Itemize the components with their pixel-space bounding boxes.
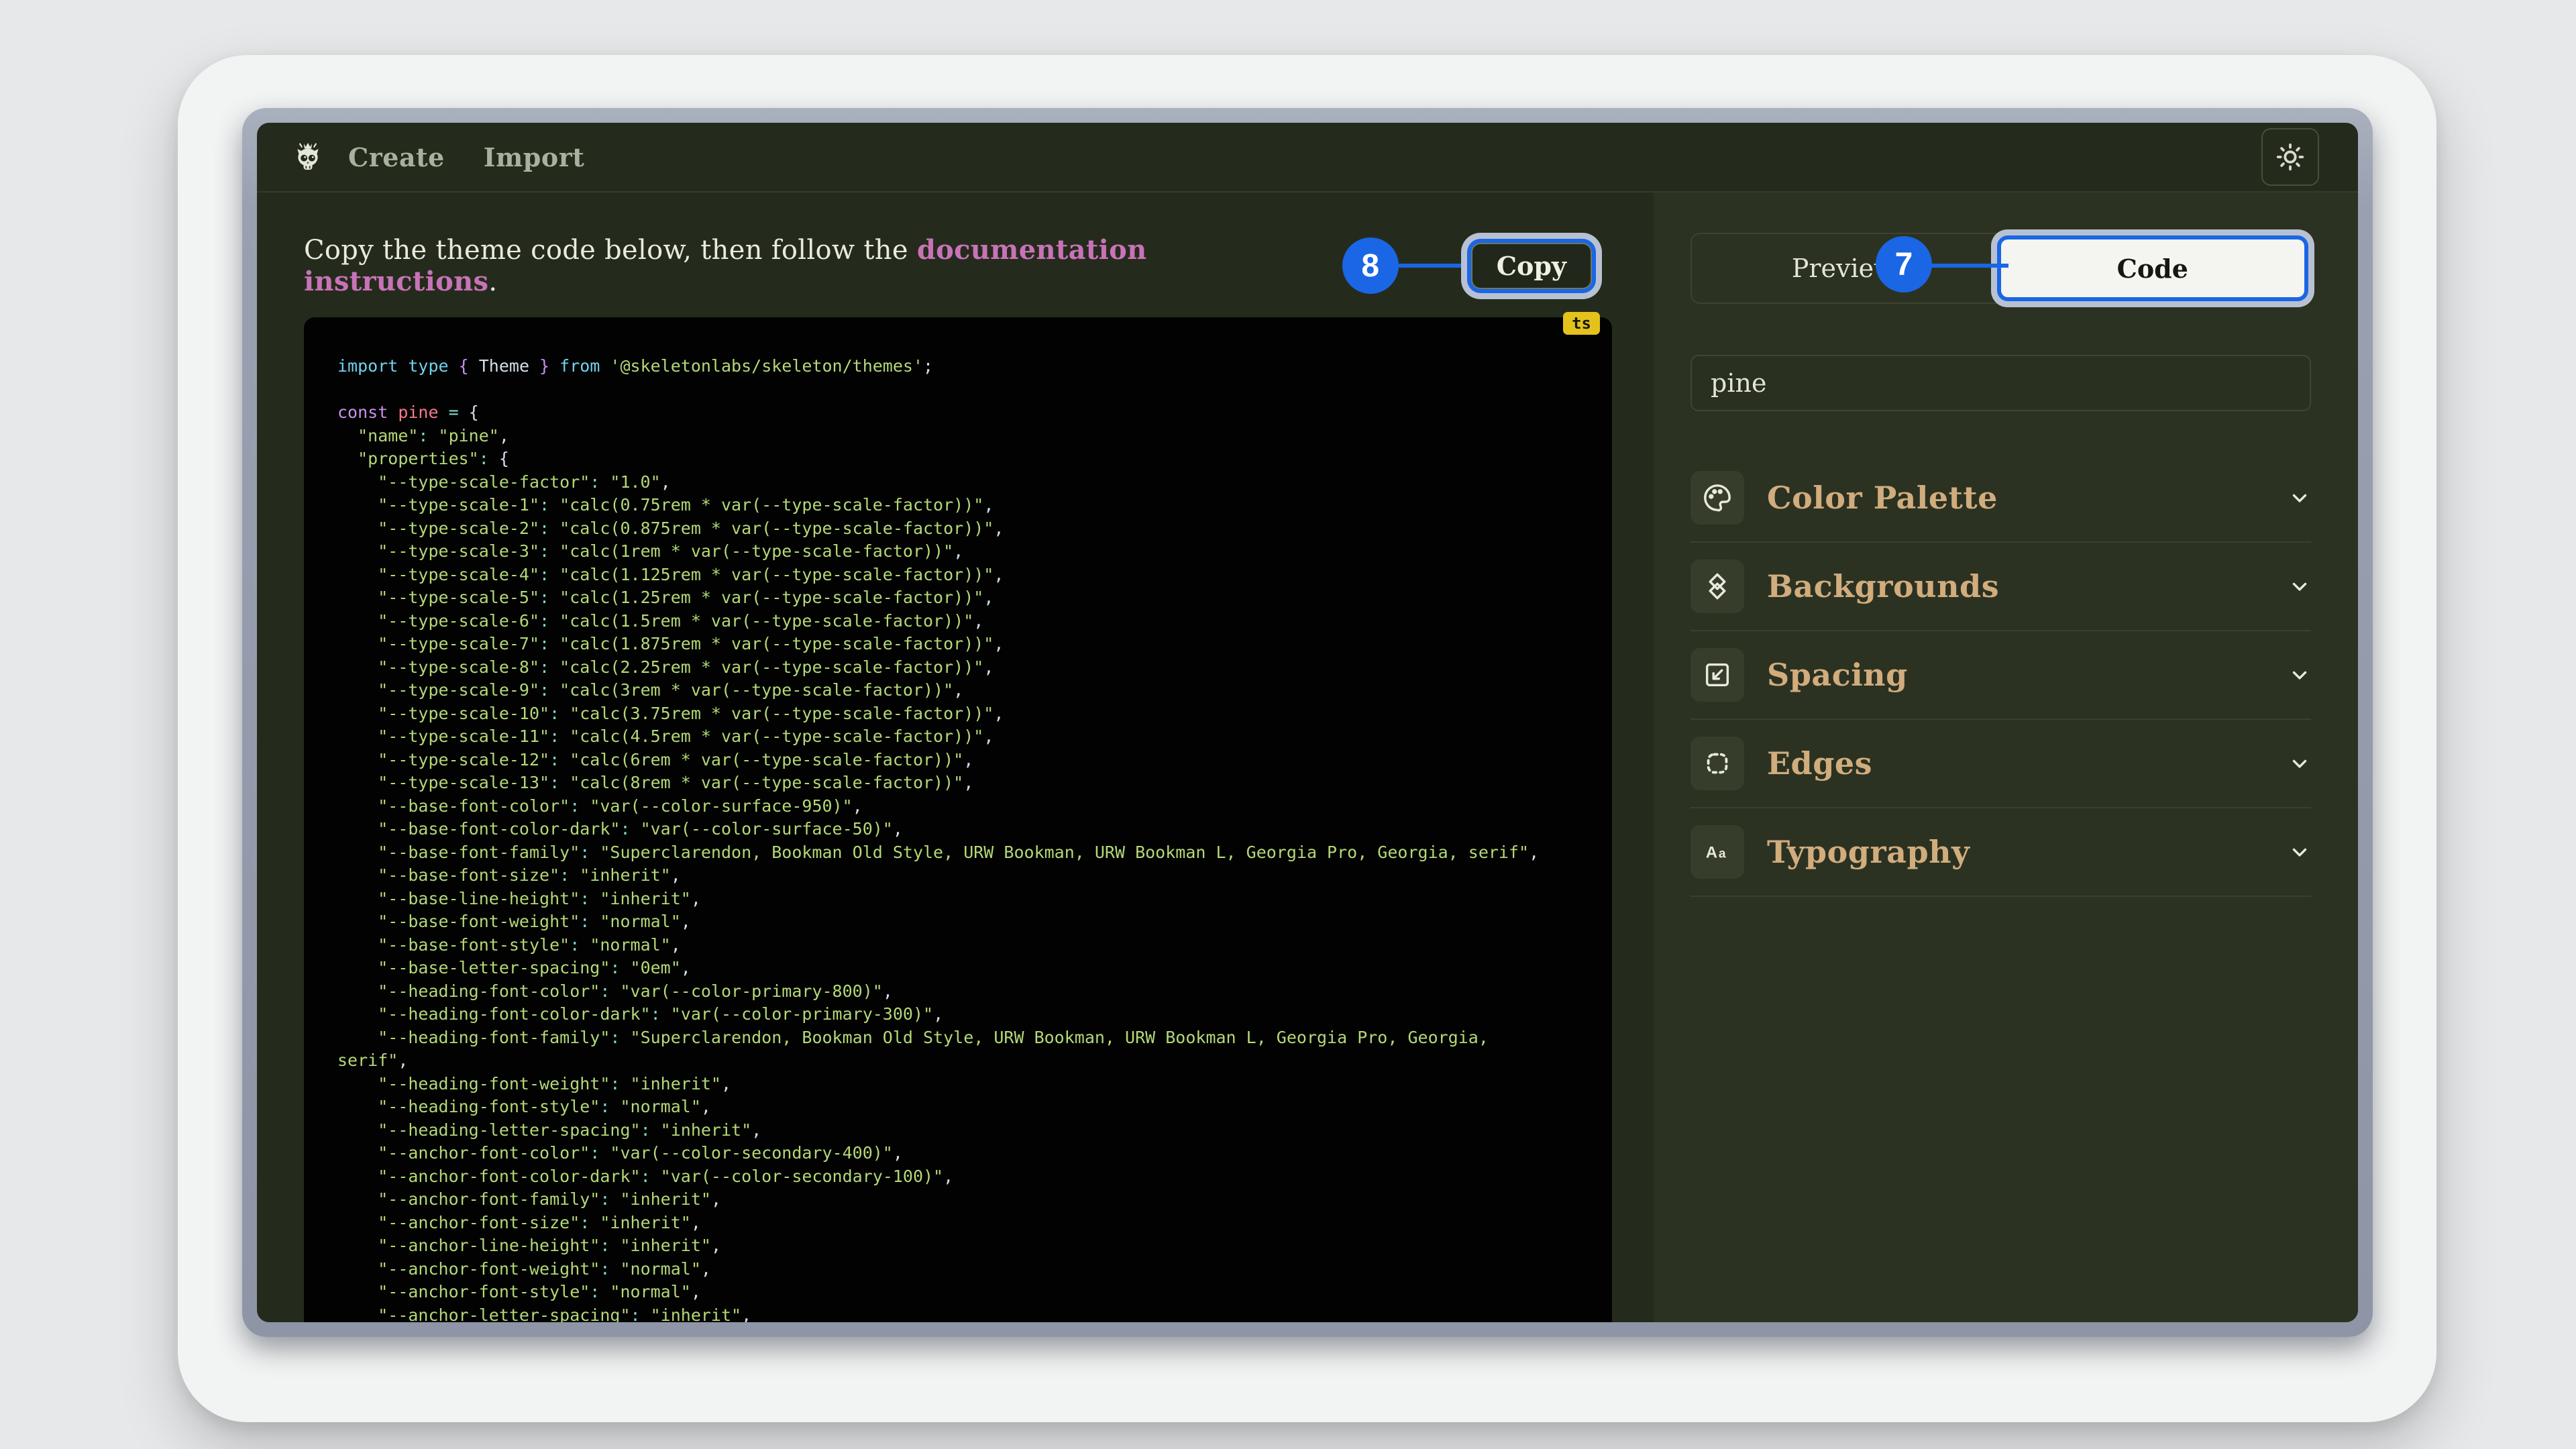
settings-accordion: Color Palette <box>1690 454 2311 897</box>
accordion-title-edges: Edges <box>1767 745 1872 782</box>
accordion-title-backgrounds: Backgrounds <box>1767 568 1999 604</box>
accordion-title-color-palette: Color Palette <box>1767 480 1998 516</box>
chevron-down-icon <box>2288 486 2311 509</box>
annotation-connector-8 <box>1399 264 1471 268</box>
code-tab-cell: Code <box>1996 234 2310 303</box>
svg-text:a: a <box>1719 847 1726 861</box>
settings-sidebar: Preview Code 7 pine <box>1654 193 2358 1322</box>
accordion-item-color-palette[interactable]: Color Palette <box>1690 454 2311 543</box>
accordion-title-spacing: Spacing <box>1767 657 1908 693</box>
theme-code-block[interactable]: import type { Theme } from '@skeletonlab… <box>304 317 1612 1322</box>
main-content: Copy the theme code below, then follow t… <box>257 193 1654 1322</box>
instruction-text: Copy the theme code below, then follow t… <box>304 234 1342 297</box>
theme-name-input[interactable]: pine <box>1690 355 2311 411</box>
nav-create[interactable]: Create <box>348 142 445 172</box>
chevron-down-icon <box>2288 841 2311 863</box>
copy-annotation-group: 8 Copy <box>1342 237 1592 294</box>
code-block-wrapper: ts import type { Theme } from '@skeleton… <box>304 317 1612 1322</box>
typescript-language-badge: ts <box>1563 312 1600 335</box>
app-body: Copy the theme code below, then follow t… <box>257 193 2358 1322</box>
copy-button[interactable]: Copy <box>1471 243 1592 289</box>
annotation-badge-7: 7 <box>1876 236 1932 292</box>
instruction-suffix: . <box>488 266 497 297</box>
window-frame: Create Import <box>242 108 2373 1337</box>
chevron-down-icon <box>2288 752 2311 775</box>
skeleton-skull-logo[interactable] <box>290 140 325 174</box>
accordion-item-backgrounds[interactable]: Backgrounds <box>1690 543 2311 631</box>
svg-text:A: A <box>1706 844 1717 862</box>
accordion-item-spacing[interactable]: Spacing <box>1690 631 2311 720</box>
instruction-prefix: Copy the theme code below, then follow t… <box>304 235 917 266</box>
accordion-item-edges[interactable]: Edges <box>1690 720 2311 808</box>
dashed-square-icon <box>1690 737 1744 790</box>
theme-generator-app: Create Import <box>257 123 2358 1322</box>
view-toggle-control: Preview Code 7 <box>1690 233 2311 304</box>
accordion-title-typography: Typography <box>1767 834 1970 870</box>
chevron-down-icon <box>2288 575 2311 598</box>
device-bezel: Create Import <box>178 55 2436 1422</box>
chevron-down-icon <box>2288 663 2311 686</box>
nav-import[interactable]: Import <box>484 142 584 172</box>
preview-tab[interactable]: Preview <box>1692 234 1996 303</box>
palette-icon <box>1690 471 1744 525</box>
top-bar: Create Import <box>257 123 2358 193</box>
scale-arrow-icon <box>1690 648 1744 702</box>
theme-name-value: pine <box>1711 368 1766 398</box>
annotation-badge-8: 8 <box>1342 237 1399 294</box>
code-tab[interactable]: Code <box>2001 239 2305 297</box>
typography-aa-icon: A a <box>1690 825 1744 879</box>
layers-diamond-icon <box>1690 559 1744 613</box>
annotation-connector-7 <box>1931 264 2008 268</box>
light-mode-toggle-button[interactable] <box>2261 128 2319 186</box>
instruction-row: Copy the theme code below, then follow t… <box>304 234 1612 297</box>
accordion-item-typography[interactable]: A a Typography <box>1690 808 2311 897</box>
sun-icon <box>2275 142 2306 172</box>
